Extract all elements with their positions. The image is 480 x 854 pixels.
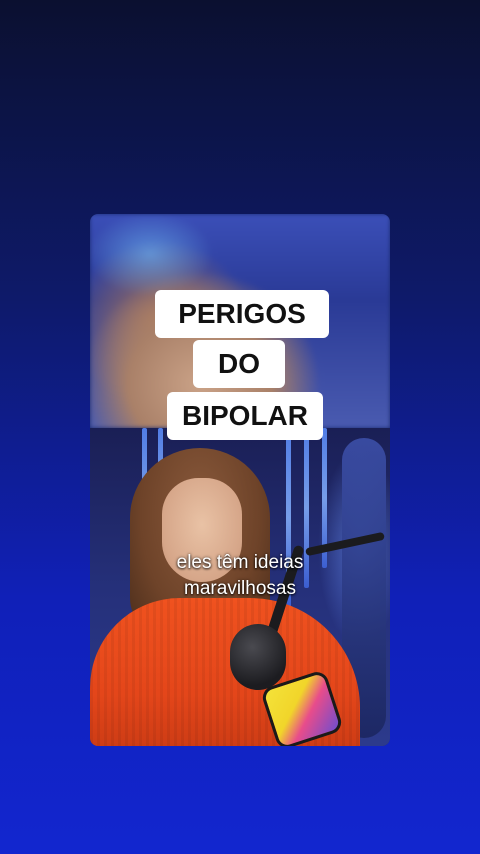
title-line-2: DO (193, 340, 285, 388)
title-line-1: PERIGOS (155, 290, 329, 338)
subtitle-caption: eles têm ideias maravilhosas (90, 550, 390, 602)
subtitle-line-2: maravilhosas (184, 578, 296, 599)
title-line-3: BIPOLAR (167, 392, 323, 440)
subtitle-line-1: eles têm ideias (176, 552, 304, 573)
microphone-icon (230, 624, 286, 690)
